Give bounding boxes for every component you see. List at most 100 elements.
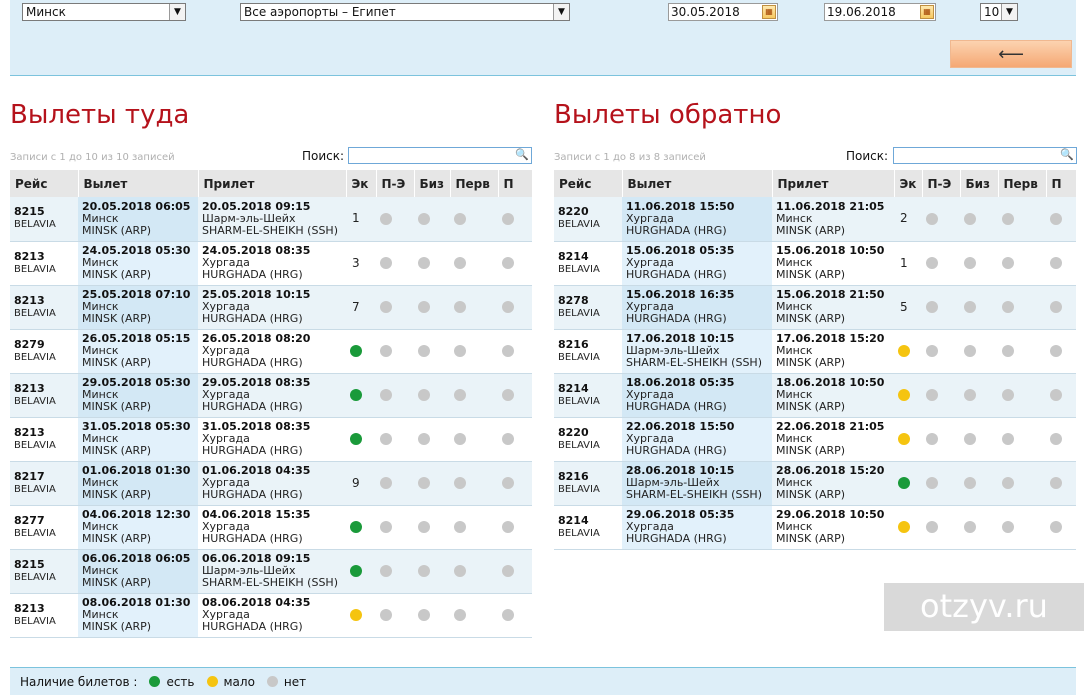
economy-cell[interactable] xyxy=(346,505,376,550)
business-cell[interactable] xyxy=(414,549,450,594)
economy-cell[interactable]: 2 xyxy=(894,197,922,242)
table-row[interactable]: 8215 BELAVIA 06.06.2018 06:05 Минск MINSK (A… xyxy=(10,549,532,594)
p-cell[interactable] xyxy=(498,197,532,242)
table-row[interactable]: 8214 BELAVIA 29.06.2018 05:35 Хургада HURGHA… xyxy=(554,505,1076,550)
return-button[interactable]: ⟵ xyxy=(950,40,1072,68)
first-cell[interactable] xyxy=(998,417,1046,462)
business-cell[interactable] xyxy=(960,417,998,462)
premium-economy-cell[interactable] xyxy=(922,241,960,286)
p-cell[interactable] xyxy=(498,329,532,374)
column-header-arrival[interactable]: Прилет xyxy=(772,170,895,197)
economy-cell[interactable] xyxy=(894,329,922,374)
p-cell[interactable] xyxy=(1046,285,1076,330)
first-cell[interactable] xyxy=(450,285,498,330)
business-cell[interactable] xyxy=(414,417,450,462)
table-row[interactable]: 8213 BELAVIA 08.06.2018 01:30 Минск MINSK (A… xyxy=(10,593,532,638)
premium-economy-cell[interactable] xyxy=(922,505,960,550)
economy-cell[interactable] xyxy=(346,373,376,418)
column-header-premium-economy[interactable]: П-Э xyxy=(922,170,961,197)
p-cell[interactable] xyxy=(498,373,532,418)
premium-economy-cell[interactable] xyxy=(376,285,414,330)
premium-economy-cell[interactable] xyxy=(376,197,414,242)
premium-economy-cell[interactable] xyxy=(376,417,414,462)
first-cell[interactable] xyxy=(998,329,1046,374)
column-header-first[interactable]: Перв xyxy=(450,170,499,197)
first-cell[interactable] xyxy=(450,593,498,638)
economy-cell[interactable] xyxy=(346,329,376,374)
column-header-flight[interactable]: Рейс xyxy=(554,170,623,197)
business-cell[interactable] xyxy=(960,285,998,330)
business-cell[interactable] xyxy=(960,373,998,418)
first-cell[interactable] xyxy=(998,373,1046,418)
economy-cell[interactable] xyxy=(894,505,922,550)
premium-economy-cell[interactable] xyxy=(376,549,414,594)
premium-economy-cell[interactable] xyxy=(376,461,414,506)
business-cell[interactable] xyxy=(414,197,450,242)
p-cell[interactable] xyxy=(1046,417,1076,462)
table-row[interactable]: 8214 BELAVIA 18.06.2018 05:35 Хургада HURGHA… xyxy=(554,373,1076,418)
table-row[interactable]: 8279 BELAVIA 26.05.2018 05:15 Минск MINSK (A… xyxy=(10,329,532,374)
economy-cell[interactable]: 9 xyxy=(346,461,376,506)
economy-cell[interactable] xyxy=(346,593,376,638)
column-header-p[interactable]: П xyxy=(1046,170,1077,197)
column-header-business[interactable]: Биз xyxy=(414,170,451,197)
table-row[interactable]: 8214 BELAVIA 15.06.2018 05:35 Хургада HURGHA… xyxy=(554,241,1076,286)
p-cell[interactable] xyxy=(498,241,532,286)
column-header-departure[interactable]: Вылет xyxy=(622,170,773,197)
inbound-search-input[interactable]: 🔍 xyxy=(893,147,1077,164)
table-row[interactable]: 8213 BELAVIA 24.05.2018 05:30 Минск MINSK (A… xyxy=(10,241,532,286)
table-row[interactable]: 8216 BELAVIA 28.06.2018 10:15 Шарм-эль-Шейх… xyxy=(554,461,1076,506)
column-header-departure[interactable]: Вылет xyxy=(78,170,199,197)
first-cell[interactable] xyxy=(450,417,498,462)
economy-cell[interactable]: 7 xyxy=(346,285,376,330)
economy-cell[interactable] xyxy=(894,417,922,462)
business-cell[interactable] xyxy=(414,329,450,374)
p-cell[interactable] xyxy=(1046,505,1076,550)
column-header-p[interactable]: П xyxy=(498,170,533,197)
from-city-select[interactable]: Минск ▼ xyxy=(22,3,186,21)
premium-economy-cell[interactable] xyxy=(922,285,960,330)
economy-cell[interactable] xyxy=(894,373,922,418)
column-header-business[interactable]: Биз xyxy=(960,170,999,197)
business-cell[interactable] xyxy=(960,461,998,506)
table-row[interactable]: 8278 BELAVIA 15.06.2018 16:35 Хургада HURGHA… xyxy=(554,285,1076,330)
first-cell[interactable] xyxy=(450,197,498,242)
first-cell[interactable] xyxy=(450,329,498,374)
economy-cell[interactable] xyxy=(346,549,376,594)
first-cell[interactable] xyxy=(998,197,1046,242)
business-cell[interactable] xyxy=(414,593,450,638)
economy-cell[interactable]: 5 xyxy=(894,285,922,330)
p-cell[interactable] xyxy=(498,285,532,330)
table-row[interactable]: 8216 BELAVIA 17.06.2018 10:15 Шарм-эль-Шейх… xyxy=(554,329,1076,374)
first-cell[interactable] xyxy=(450,373,498,418)
p-cell[interactable] xyxy=(498,593,532,638)
chevron-down-icon[interactable]: ▼ xyxy=(1001,4,1017,20)
premium-economy-cell[interactable] xyxy=(922,417,960,462)
table-row[interactable]: 8217 BELAVIA 01.06.2018 01:30 Минск MINSK (A… xyxy=(10,461,532,506)
chevron-down-icon[interactable]: ▼ xyxy=(553,4,569,20)
table-row[interactable]: 8213 BELAVIA 29.05.2018 05:30 Минск MINSK (A… xyxy=(10,373,532,418)
table-row[interactable]: 8213 BELAVIA 25.05.2018 07:10 Минск MINSK (A… xyxy=(10,285,532,330)
table-row[interactable]: 8213 BELAVIA 31.05.2018 05:30 Минск MINSK (A… xyxy=(10,417,532,462)
premium-economy-cell[interactable] xyxy=(376,329,414,374)
premium-economy-cell[interactable] xyxy=(922,197,960,242)
premium-economy-cell[interactable] xyxy=(376,241,414,286)
p-cell[interactable] xyxy=(1046,197,1076,242)
premium-economy-cell[interactable] xyxy=(922,373,960,418)
p-cell[interactable] xyxy=(1046,329,1076,374)
column-header-economy[interactable]: Эк xyxy=(894,170,923,197)
business-cell[interactable] xyxy=(414,373,450,418)
column-header-arrival[interactable]: Прилет xyxy=(198,170,347,197)
business-cell[interactable] xyxy=(414,285,450,330)
p-cell[interactable] xyxy=(1046,373,1076,418)
to-airports-select[interactable]: Все аэропорты – Египет ▼ xyxy=(240,3,570,21)
business-cell[interactable] xyxy=(414,241,450,286)
premium-economy-cell[interactable] xyxy=(376,505,414,550)
economy-cell[interactable]: 1 xyxy=(894,241,922,286)
column-header-economy[interactable]: Эк xyxy=(346,170,377,197)
chevron-down-icon[interactable]: ▼ xyxy=(169,4,185,20)
calendar-icon[interactable]: ▦ xyxy=(762,5,776,19)
p-cell[interactable] xyxy=(1046,461,1076,506)
p-cell[interactable] xyxy=(498,461,532,506)
business-cell[interactable] xyxy=(960,505,998,550)
